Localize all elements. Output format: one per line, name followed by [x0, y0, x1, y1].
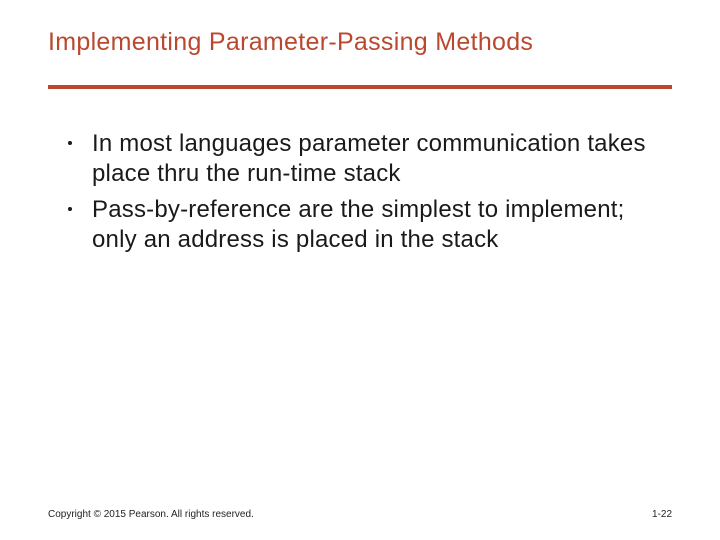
copyright-text: Copyright © 2015 Pearson. All rights res…: [48, 509, 254, 520]
bullet-text: Pass-by-reference are the simplest to im…: [92, 196, 624, 253]
title-divider: [48, 85, 672, 89]
bullet-item: Pass-by-reference are the simplest to im…: [64, 195, 664, 255]
bullet-item: In most languages parameter communicatio…: [64, 129, 664, 189]
footer: Copyright © 2015 Pearson. All rights res…: [48, 509, 672, 520]
bullet-text: In most languages parameter communicatio…: [92, 130, 646, 187]
content-area: In most languages parameter communicatio…: [48, 129, 672, 255]
slide-title: Implementing Parameter-Passing Methods: [48, 28, 672, 57]
bullet-list: In most languages parameter communicatio…: [64, 129, 664, 255]
bullet-marker-icon: [68, 141, 72, 145]
slide-container: Implementing Parameter-Passing Methods I…: [0, 0, 720, 540]
page-number: 1-22: [652, 509, 672, 520]
bullet-marker-icon: [68, 207, 72, 211]
